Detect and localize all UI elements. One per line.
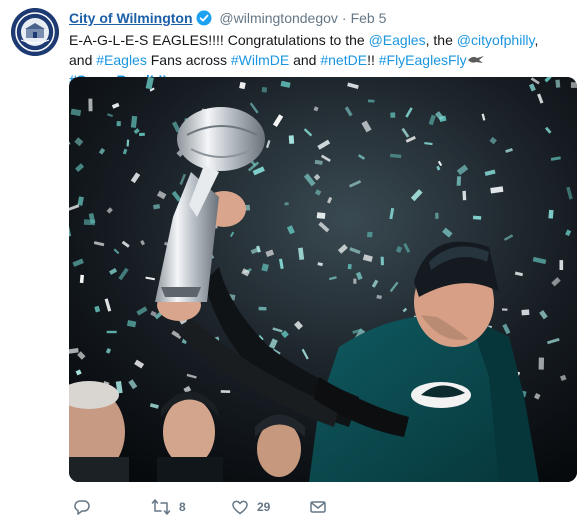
mention-link[interactable]: @cityofphilly [457, 32, 535, 48]
tweet-timestamp[interactable]: Feb 5 [351, 10, 387, 26]
tweet-text-plain: , the [425, 32, 457, 48]
retweet-icon [151, 499, 171, 515]
photo-illustration [69, 77, 577, 482]
like-icon [232, 500, 248, 515]
hashtag-link[interactable]: #WilmDE [231, 52, 289, 68]
avatar[interactable] [11, 8, 59, 56]
tweet-actions: 8 29 [69, 497, 469, 517]
tweet-text-plain: Fans across [146, 52, 231, 68]
city-seal-icon [11, 8, 59, 56]
like-count: 29 [257, 500, 271, 514]
separator-dot: · [341, 10, 347, 26]
retweet-count: 8 [179, 500, 186, 514]
direct-message-button[interactable] [309, 497, 327, 517]
verified-icon [196, 10, 212, 30]
account-name[interactable]: City of Wilmington [69, 10, 193, 26]
hashtag-link[interactable]: #Eagles [96, 52, 147, 68]
mention-link[interactable]: @Eagles [369, 32, 426, 48]
retweet-button[interactable]: 8 [151, 497, 186, 517]
reply-button[interactable] [73, 497, 99, 517]
hashtag-link[interactable]: #netDE [320, 52, 367, 68]
tweet-header: City of Wilmington @wilmingtondegov · Feb … [69, 9, 386, 30]
eagle-emoji-icon [467, 52, 485, 68]
tweet-card: City of Wilmington @wilmingtondegov · Feb … [0, 0, 582, 520]
tweet-photo[interactable] [69, 77, 577, 482]
direct-message-icon [310, 501, 326, 513]
tweet-text-plain: and [289, 52, 321, 68]
like-button[interactable]: 29 [231, 497, 270, 517]
hashtag-link[interactable]: #FlyEaglesFly [379, 52, 467, 68]
tweet-text-plain: E-A-G-L-E-S EAGLES!!!! Congratulations t… [69, 32, 369, 48]
tweet-text-plain: !! [367, 52, 379, 68]
account-handle[interactable]: @wilmingtondegov [219, 10, 338, 26]
reply-icon [74, 500, 90, 515]
